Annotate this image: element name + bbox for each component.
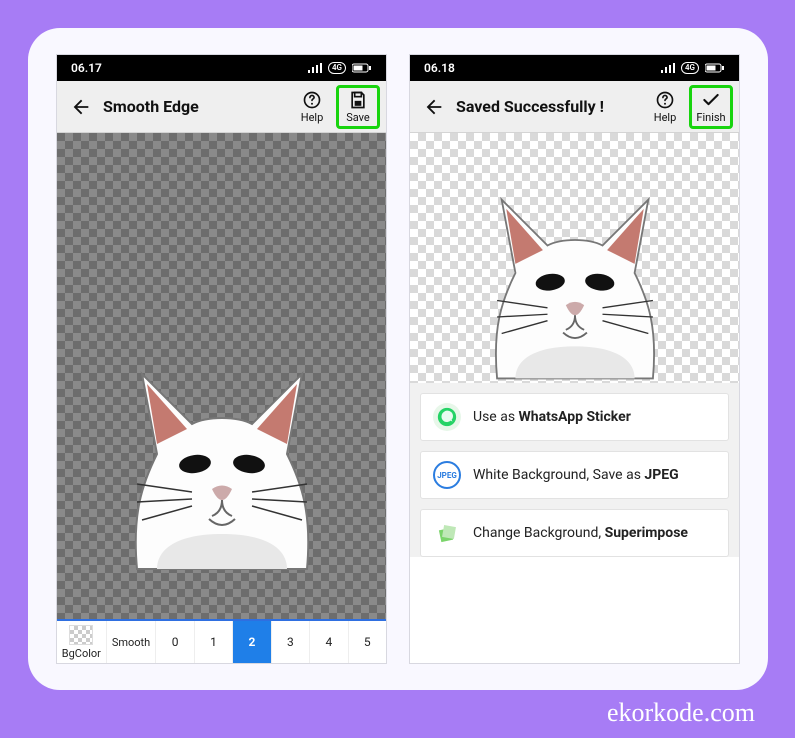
signal-icon: [661, 63, 675, 73]
bgcolor-label: BgColor: [62, 647, 101, 660]
preview-canvas: [410, 133, 739, 383]
screenshot-card: 06.17 4G Smooth Edge Help: [28, 28, 768, 690]
jpeg-icon: JPEG: [433, 461, 461, 489]
back-button[interactable]: [420, 93, 448, 121]
status-bar: 06.18 4G: [410, 55, 739, 81]
editor-canvas[interactable]: [57, 133, 386, 619]
option-save-jpeg[interactable]: JPEG White Background, Save as JPEG: [420, 451, 729, 499]
cat-image: [460, 163, 690, 383]
help-label: Help: [301, 111, 324, 124]
phone-left: 06.17 4G Smooth Edge Help: [56, 54, 387, 664]
save-label: Save: [346, 111, 370, 124]
app-bar: Smooth Edge Help Save: [57, 81, 386, 133]
phone-right: 06.18 4G Saved Successfully ! Help: [409, 54, 740, 664]
option-whatsapp-sticker[interactable]: Use as WhatsApp Sticker: [420, 393, 729, 441]
checker-icon: [69, 625, 93, 645]
app-bar: Saved Successfully ! Help Finish: [410, 81, 739, 133]
status-time: 06.17: [71, 61, 102, 75]
smooth-value-5[interactable]: 5: [349, 621, 386, 663]
status-bar: 06.17 4G: [57, 55, 386, 81]
smooth-value-4[interactable]: 4: [310, 621, 348, 663]
finish-button[interactable]: Finish: [689, 85, 733, 129]
bgcolor-button[interactable]: BgColor: [57, 621, 107, 663]
smooth-label-cell: Smooth: [107, 621, 157, 663]
save-options-list: Use as WhatsApp Sticker JPEG White Backg…: [410, 383, 739, 557]
option-label: Change Background, Superimpose: [473, 525, 688, 541]
save-button[interactable]: Save: [336, 85, 380, 129]
smooth-label: Smooth: [112, 636, 150, 649]
smooth-toolbar: BgColor Smooth 0 1 2 3 4 5: [57, 619, 386, 663]
status-right: 4G: [308, 62, 372, 74]
battery-icon: [352, 63, 372, 73]
layers-icon: [433, 519, 461, 547]
back-button[interactable]: [67, 93, 95, 121]
help-label: Help: [654, 111, 677, 124]
smooth-value-3[interactable]: 3: [272, 621, 310, 663]
page-title: Saved Successfully !: [456, 97, 635, 116]
blank-area: [410, 557, 739, 663]
appbar-actions: Help Finish: [643, 85, 733, 129]
help-icon: [655, 90, 675, 110]
check-icon: [701, 90, 721, 110]
save-icon: [348, 90, 368, 110]
status-time: 06.18: [424, 61, 455, 75]
appbar-actions: Help Save: [290, 85, 380, 129]
smooth-value-1[interactable]: 1: [195, 621, 233, 663]
help-button[interactable]: Help: [290, 85, 334, 129]
option-label: Use as WhatsApp Sticker: [473, 409, 631, 425]
help-icon: [302, 90, 322, 110]
page-title: Smooth Edge: [103, 97, 282, 116]
arrow-left-icon: [423, 96, 445, 118]
watermark: ekorkode.com: [607, 698, 755, 728]
network-badge: 4G: [328, 62, 346, 74]
help-button[interactable]: Help: [643, 85, 687, 129]
smooth-value-2[interactable]: 2: [233, 621, 271, 663]
signal-icon: [308, 63, 322, 73]
whatsapp-icon: [433, 403, 461, 431]
smooth-value-0[interactable]: 0: [156, 621, 194, 663]
cat-image: [97, 334, 347, 574]
battery-icon: [705, 63, 725, 73]
status-right: 4G: [661, 62, 725, 74]
option-change-background[interactable]: Change Background, Superimpose: [420, 509, 729, 557]
network-badge: 4G: [681, 62, 699, 74]
arrow-left-icon: [70, 96, 92, 118]
finish-label: Finish: [696, 111, 725, 124]
option-label: White Background, Save as JPEG: [473, 467, 679, 483]
